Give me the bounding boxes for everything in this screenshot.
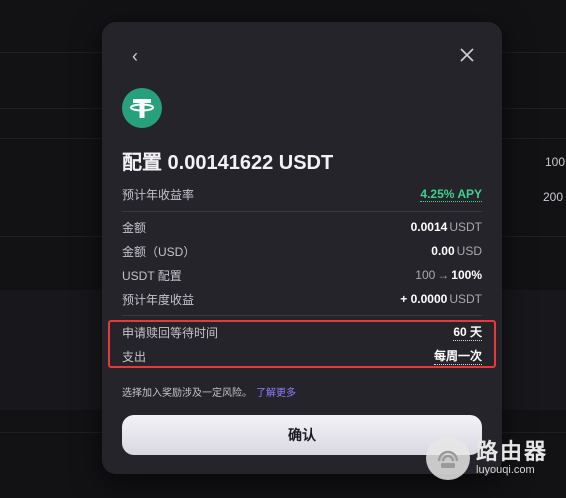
allocation-value-group: 100 → 100% <box>415 268 482 282</box>
allocation-label: USDT 配置 <box>122 268 182 283</box>
annual-earn-unit: USDT <box>449 292 482 306</box>
apy-value[interactable]: 4.25% APY <box>420 187 482 202</box>
bg-value: 100 <box>545 155 566 169</box>
payout-value[interactable]: 每周一次 <box>433 347 482 365</box>
amount-usd-value-group: 0.00 USD <box>431 244 482 258</box>
allocation-row: USDT 配置 100 → 100% <box>122 266 482 284</box>
back-icon[interactable]: ‹ <box>126 47 144 65</box>
amount-usd-unit: USD <box>456 244 482 258</box>
arrow-right-icon: → <box>437 268 450 282</box>
bg-value: 200 <box>543 190 564 204</box>
amount-row: 金额 0.0014 USDT <box>122 218 482 236</box>
amount-label: 金额 <box>122 220 147 235</box>
tether-usdt-icon <box>122 88 162 128</box>
amount-value: 0.0014 <box>410 220 448 234</box>
watermark: 路由器 luyouqi.com <box>426 436 548 480</box>
allocation-to: 100% <box>451 268 482 282</box>
learn-more-link[interactable]: 了解更多 <box>256 388 296 399</box>
redeem-wait-label: 申请赎回等待时间 <box>122 325 219 340</box>
annual-earn-value: + 0.0000 <box>400 292 448 306</box>
annual-earn-value-group: + 0.0000 USDT <box>400 292 482 306</box>
amount-usd-value: 0.00 <box>431 244 455 258</box>
apy-label: 预计年收益率 <box>122 187 195 202</box>
apy-row: 预计年收益率 4.25% APY <box>122 185 482 203</box>
allocation-modal: ‹ 配置 0.00141622 USDT 预计年收益率 4.25% APY 金额… <box>102 22 502 474</box>
payout-label: 支出 <box>122 349 147 364</box>
redeem-wait-value[interactable]: 60 天 <box>453 323 482 341</box>
watermark-en: luyouqi.com <box>476 463 535 476</box>
divider <box>122 211 482 212</box>
risk-note-text: 选择加入奖励涉及一定风险。 <box>122 388 252 399</box>
amount-usd-label: 金额（USD） <box>122 244 196 259</box>
annual-earn-row: 预计年度收益 + 0.0000 USDT <box>122 290 482 308</box>
watermark-cn: 路由器 <box>476 438 549 464</box>
payout-row: 支出 每周一次 <box>122 347 482 365</box>
router-logo-glyph <box>437 450 459 468</box>
annual-earn-label: 预计年度收益 <box>122 292 195 307</box>
watermark-text: 路由器 luyouqi.com <box>476 438 549 477</box>
allocation-from: 100 <box>415 268 436 282</box>
router-logo-icon <box>426 436 470 480</box>
close-icon-glyph <box>460 48 474 62</box>
redeem-wait-row: 申请赎回等待时间 60 天 <box>122 323 482 341</box>
modal-title: 配置 0.00141622 USDT <box>122 152 334 174</box>
tether-usdt-glyph <box>130 99 154 118</box>
amount-unit: USDT <box>449 220 482 234</box>
close-icon[interactable] <box>458 47 476 65</box>
amount-usd-row: 金额（USD） 0.00 USD <box>122 242 482 260</box>
divider <box>122 315 482 316</box>
amount-value-group: 0.0014 USDT <box>411 220 482 234</box>
risk-note: 选择加入奖励涉及一定风险。 了解更多 <box>122 384 296 399</box>
